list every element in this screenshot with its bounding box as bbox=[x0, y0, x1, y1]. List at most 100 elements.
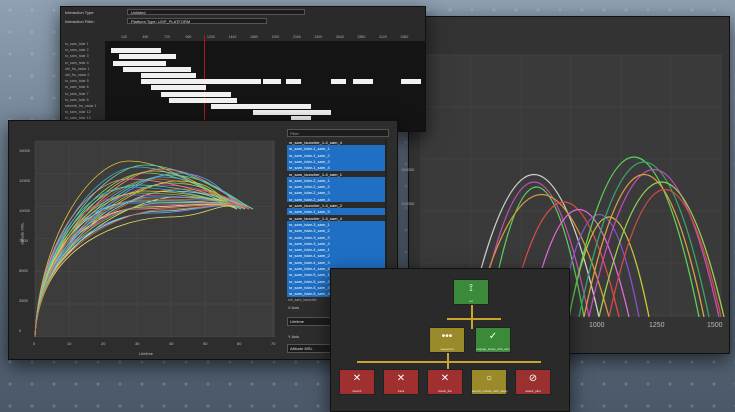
timeline-row-label: sr_sam_tclar 2 bbox=[65, 48, 89, 53]
interaction-type-label: Interaction Type: bbox=[65, 10, 95, 15]
timeline-tick: 1680 bbox=[250, 35, 258, 39]
y-axis-field-label: Y Axis bbox=[288, 334, 300, 339]
y-tick: 12500 bbox=[19, 178, 31, 183]
node-icon: ⟟ bbox=[469, 283, 473, 294]
tree-edge bbox=[447, 318, 501, 320]
timeline-tick: 2880 bbox=[357, 35, 366, 39]
timeline-tick: 1440 bbox=[228, 35, 237, 39]
x-tick: 1000 bbox=[589, 322, 605, 329]
timeline-row-label: srbomb_fru_radar 1 bbox=[65, 104, 97, 108]
timeline-bar[interactable] bbox=[123, 66, 191, 72]
timeline-tick: 720 bbox=[164, 35, 170, 39]
y-tick: 150000 bbox=[401, 167, 415, 172]
x-tick: 0 bbox=[33, 341, 36, 346]
timeline-bar[interactable] bbox=[253, 110, 331, 116]
timeline-bar[interactable] bbox=[119, 54, 176, 60]
timeline-bar[interactable] bbox=[151, 85, 206, 91]
timeline-bar[interactable] bbox=[263, 79, 281, 85]
y-tick: 10000 bbox=[19, 208, 31, 213]
timeline-row-label: sr_sam_tclar 7 bbox=[65, 91, 89, 96]
timeline-row-label: ubl_fru_radar 2 bbox=[65, 73, 90, 77]
y-tick: 100000 bbox=[401, 201, 415, 206]
timeline-bar[interactable] bbox=[141, 73, 196, 78]
tree-node[interactable]: ••• sequence bbox=[429, 327, 465, 353]
x-tick: 50 bbox=[203, 341, 208, 346]
timeline-row-label: sr_sam_tclar 3 bbox=[65, 54, 89, 59]
timeline-bar[interactable] bbox=[331, 79, 346, 85]
timeline-tick: 2160 bbox=[293, 35, 301, 39]
timeline-tick: 1920 bbox=[271, 35, 280, 39]
timeline-row-label: sr_sam_tclar 5 bbox=[65, 79, 89, 84]
x-tick: 70 bbox=[271, 341, 276, 346]
timeline-bar[interactable] bbox=[169, 97, 237, 103]
node-icon: ✓ bbox=[488, 331, 498, 342]
node-icon: ✕ bbox=[352, 373, 362, 384]
node-icon: ✕ bbox=[440, 373, 450, 384]
timeline-tick: 140 bbox=[121, 35, 127, 39]
x-tick: 60 bbox=[237, 341, 242, 346]
timeline-row-label: sr_sam_tclar 1 bbox=[65, 42, 89, 46]
node-label: track bbox=[397, 389, 405, 393]
tree-node[interactable]: ✓ engage_target_with_sam bbox=[475, 327, 511, 353]
node-label: launch_missile_with_delay bbox=[472, 389, 508, 393]
interaction-filter-label: Interaction Filter: bbox=[65, 19, 95, 24]
timeline-bar[interactable] bbox=[401, 79, 421, 85]
timeline-row-label: ubl_fru_radar 1 bbox=[65, 66, 90, 71]
interaction-filter-select[interactable]: Platform Type: UGP_PLATFORM bbox=[127, 18, 267, 24]
x-tick: 40 bbox=[169, 341, 174, 346]
timeline-tick: 2640 bbox=[336, 35, 344, 39]
node-icon: ⊘ bbox=[528, 373, 538, 384]
tree-node[interactable]: ✕ launch bbox=[339, 369, 375, 395]
tree-node[interactable]: ✕ check_fire bbox=[427, 369, 463, 395]
timeline-tick: 480 bbox=[142, 35, 149, 39]
node-icon: ✕ bbox=[396, 373, 406, 384]
filter-input[interactable]: Filter bbox=[287, 129, 389, 137]
x-tick: 1500 bbox=[707, 322, 723, 329]
timeline-tick: 3360 bbox=[400, 35, 409, 39]
list-footer-item: srh_sam_launcher bbox=[288, 298, 317, 302]
tree-edge bbox=[471, 305, 473, 329]
timeline-bar[interactable] bbox=[353, 79, 373, 85]
node-icon: ○ bbox=[485, 373, 493, 384]
behavior-tree-window: ⟟ tel ••• sequence ✓ engage_target_with_sam ✕ l… bbox=[330, 268, 570, 412]
node-label: engage_target_with_sam bbox=[476, 347, 510, 351]
x-axis-label: Lifetime bbox=[139, 351, 154, 356]
timeline-row-label: sr_sam_tclar 12 bbox=[65, 110, 91, 115]
tree-node[interactable]: ✕ track bbox=[383, 369, 419, 395]
y-tick: 0 bbox=[19, 328, 22, 333]
timeline-bar[interactable] bbox=[113, 60, 166, 66]
interaction-type-select[interactable]: Unlisted bbox=[127, 9, 305, 15]
x-tick: 30 bbox=[135, 341, 140, 346]
tree-node[interactable]: ⟟ tel bbox=[453, 279, 489, 305]
timeline-bar[interactable] bbox=[161, 91, 231, 97]
y-tick: 15000 bbox=[19, 148, 31, 153]
x-tick: 10 bbox=[67, 341, 72, 346]
node-label: sequence bbox=[440, 347, 454, 351]
y-tick: 2500 bbox=[19, 298, 28, 303]
timeline-row-label: sr_sam_tclar 4 bbox=[65, 60, 89, 65]
tree-edge bbox=[357, 361, 541, 363]
timeline-tick: 2400 bbox=[314, 35, 323, 39]
tree-node[interactable]: ○ launch_missile_with_delay bbox=[471, 369, 508, 395]
altitude-plot bbox=[34, 140, 275, 338]
timeline-row-label: sr_sam_tclar 6 bbox=[65, 85, 89, 90]
timeline-row-label: sr_sam_tclar 8 bbox=[65, 97, 89, 102]
x-axis-field-label: X Axis bbox=[288, 305, 300, 310]
node-label: tel bbox=[469, 299, 473, 303]
x-tick: 20 bbox=[101, 341, 106, 346]
tree-node[interactable]: ⊘ attack_pilot bbox=[515, 369, 551, 395]
timeline-tick: 3120 bbox=[379, 35, 387, 39]
timeline-bar[interactable] bbox=[211, 104, 311, 109]
timeline-tick: 960 bbox=[185, 35, 192, 39]
interaction-timeline-window: Interaction Type: Unlisted Interaction F… bbox=[60, 6, 426, 134]
node-icon: ••• bbox=[441, 331, 453, 342]
node-label: attack_pilot bbox=[525, 389, 541, 393]
node-label: launch bbox=[352, 389, 362, 393]
x-tick: 1250 bbox=[649, 322, 665, 329]
y-tick: 5000 bbox=[19, 268, 28, 273]
node-label: check_fire bbox=[438, 389, 452, 393]
timeline-bar[interactable] bbox=[286, 79, 301, 85]
timeline-bar[interactable] bbox=[111, 48, 161, 54]
timeline-bar[interactable] bbox=[141, 79, 261, 85]
y-axis-label: altitude MSL bbox=[19, 222, 25, 245]
